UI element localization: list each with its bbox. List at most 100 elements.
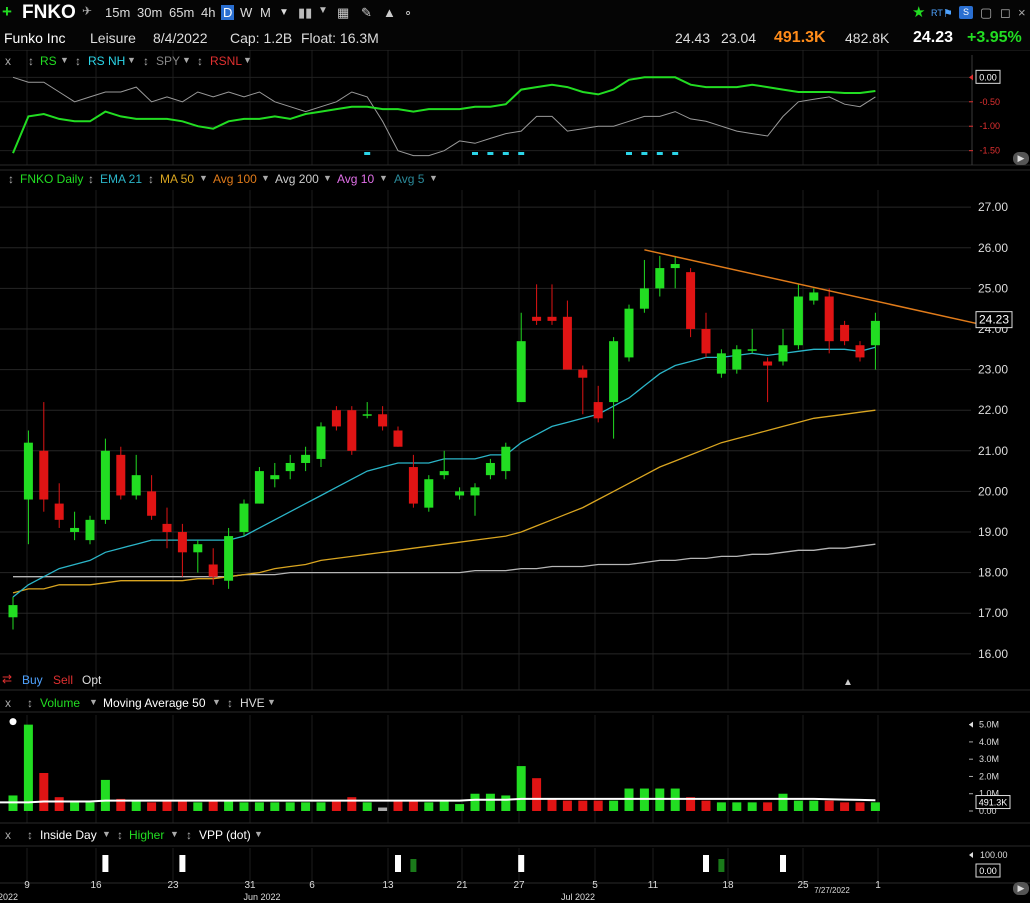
rs-nh-label[interactable]: RS NH bbox=[88, 54, 125, 68]
rsnl-label[interactable]: RSNL bbox=[210, 54, 242, 68]
volume-close-button[interactable]: x bbox=[5, 696, 11, 710]
rsnl-dropdown-icon[interactable]: ▼ bbox=[243, 55, 252, 65]
candle bbox=[347, 406, 357, 455]
higher-dropdown-icon[interactable]: ▼ bbox=[170, 829, 179, 839]
price-axis-label: 19.00 bbox=[978, 525, 1008, 539]
share-icon[interactable]: ✈ bbox=[82, 4, 92, 18]
candle-body bbox=[85, 519, 95, 541]
rs-nh-handle-icon[interactable]: ↕ bbox=[75, 54, 81, 68]
timeframe-30m[interactable]: 30m bbox=[137, 5, 162, 20]
vpp-dropdown-icon[interactable]: ▼ bbox=[254, 829, 263, 839]
vpp-label[interactable]: VPP (dot) bbox=[199, 828, 251, 842]
candle bbox=[116, 446, 126, 500]
rs-label[interactable]: RS bbox=[40, 54, 57, 68]
ema21-handle-icon[interactable]: ↕ bbox=[88, 172, 94, 186]
volume-label[interactable]: Volume bbox=[40, 696, 80, 710]
ma50-label[interactable]: MA 50 bbox=[160, 172, 194, 186]
realtime-badge: RT bbox=[931, 8, 943, 18]
connect-icon[interactable]: ∘ bbox=[404, 5, 412, 21]
rs-scroll-button[interactable]: ▶ bbox=[1013, 152, 1029, 165]
compare-icon[interactable]: ▼ bbox=[318, 5, 328, 16]
candle-body bbox=[532, 316, 542, 321]
hve-handle-icon[interactable]: ↕ bbox=[227, 696, 233, 710]
sell-button[interactable]: Sell bbox=[53, 673, 73, 687]
avg100-dropdown-icon[interactable]: ▼ bbox=[261, 173, 270, 183]
timeframe-daily[interactable]: D bbox=[221, 5, 235, 20]
candle bbox=[224, 527, 234, 589]
rs-close-button[interactable]: x bbox=[5, 54, 11, 68]
collapse-arrow-icon[interactable]: ▲ bbox=[843, 677, 853, 688]
higher-handle-icon[interactable]: ↕ bbox=[117, 828, 123, 842]
vpp-handle-icon[interactable]: ↕ bbox=[186, 828, 192, 842]
spy-handle-icon[interactable]: ↕ bbox=[143, 54, 149, 68]
vol-ma-label[interactable]: Moving Average 50 bbox=[103, 696, 206, 710]
favorite-star-icon[interactable]: ★ bbox=[912, 3, 925, 21]
bottom-scroll-button[interactable]: ▶ bbox=[1013, 882, 1029, 895]
volume-dropdown-icon[interactable]: ▼ bbox=[89, 697, 98, 707]
timeframe-weekly[interactable]: W bbox=[240, 5, 252, 20]
candle-body bbox=[870, 320, 880, 346]
vol-ma-dropdown-icon[interactable]: ▼ bbox=[212, 697, 221, 707]
higher-label[interactable]: Higher bbox=[129, 828, 164, 842]
spy-label[interactable]: SPY bbox=[156, 54, 180, 68]
spy-dropdown-icon[interactable]: ▼ bbox=[182, 55, 191, 65]
daily-label[interactable]: FNKO Daily bbox=[20, 172, 83, 186]
rs-nh-marker bbox=[672, 152, 679, 155]
sync-icon[interactable]: ⚑ bbox=[943, 7, 953, 20]
candle bbox=[85, 515, 95, 545]
ma50-dropdown-icon[interactable]: ▼ bbox=[199, 173, 208, 183]
draw-pencil-icon[interactable]: ✎ bbox=[361, 5, 372, 21]
save-icon[interactable]: ▢ bbox=[980, 5, 992, 21]
rsnl-handle-icon[interactable]: ↕ bbox=[197, 54, 203, 68]
timeframe-dropdown-icon[interactable]: ▼ bbox=[279, 7, 289, 18]
bottom-close-button[interactable]: x bbox=[5, 828, 11, 842]
price-axis-label: 23.00 bbox=[978, 363, 1008, 377]
rs-dropdown-icon[interactable]: ▼ bbox=[60, 55, 69, 65]
ma50-handle-icon[interactable]: ↕ bbox=[148, 172, 154, 186]
avg100-label[interactable]: Avg 100 bbox=[213, 172, 257, 186]
timeframe-monthly[interactable]: M bbox=[260, 5, 271, 20]
rs-pointer-icon bbox=[969, 74, 973, 81]
avg200-label[interactable]: Avg 200 bbox=[275, 172, 319, 186]
hve-dropdown-icon[interactable]: ▼ bbox=[267, 697, 276, 707]
timeframe-65m[interactable]: 65m bbox=[169, 5, 194, 20]
volume-bar bbox=[455, 804, 465, 811]
candle-style-icon[interactable]: ▮▮ bbox=[298, 5, 312, 21]
timeframe-4h[interactable]: 4h bbox=[201, 5, 215, 20]
eraser-icon[interactable]: ▲ bbox=[383, 5, 396, 20]
rs-handle-icon[interactable]: ↕ bbox=[28, 54, 34, 68]
volume-bar bbox=[470, 793, 480, 811]
higher-bar bbox=[718, 859, 725, 872]
avg5-dropdown-icon[interactable]: ▼ bbox=[429, 173, 438, 183]
maximize-icon[interactable]: ◻ bbox=[1000, 5, 1011, 21]
add-symbol-icon[interactable]: + bbox=[2, 2, 12, 22]
avg10-dropdown-icon[interactable]: ▼ bbox=[379, 173, 388, 183]
inside-day-handle-icon[interactable]: ↕ bbox=[27, 828, 33, 842]
symbol[interactable]: FNKO bbox=[22, 2, 76, 24]
rs-nh-marker bbox=[502, 152, 509, 155]
trade-icon[interactable]: ⇄ bbox=[2, 672, 12, 686]
volume-bar bbox=[378, 807, 388, 811]
volume-handle-icon[interactable]: ↕ bbox=[27, 696, 33, 710]
ema21-label[interactable]: EMA 21 bbox=[100, 172, 142, 186]
volume-legend: x ↕ Volume ▼ Moving Average 50 ▼ ↕ HVE ▼ bbox=[0, 694, 300, 712]
hve-label[interactable]: HVE bbox=[240, 696, 265, 710]
rs-nh-marker bbox=[487, 152, 494, 155]
buy-button[interactable]: Buy bbox=[22, 673, 43, 687]
inside-day-label[interactable]: Inside Day bbox=[40, 828, 97, 842]
volume-bar bbox=[162, 800, 172, 811]
timeframe-15m[interactable]: 15m bbox=[105, 5, 130, 20]
avg200-dropdown-icon[interactable]: ▼ bbox=[323, 173, 332, 183]
close-icon[interactable]: × bbox=[1018, 5, 1026, 20]
candle bbox=[547, 284, 557, 325]
options-button[interactable]: Opt bbox=[82, 673, 101, 687]
avg5-label[interactable]: Avg 5 bbox=[394, 172, 424, 186]
inside-day-dropdown-icon[interactable]: ▼ bbox=[102, 829, 111, 839]
volume-bar bbox=[840, 802, 850, 811]
price-handle-icon[interactable]: ↕ bbox=[8, 172, 14, 186]
calculator-icon[interactable]: ▦ bbox=[337, 5, 349, 21]
rs-nh-dropdown-icon[interactable]: ▼ bbox=[127, 55, 136, 65]
settings-icon[interactable]: S bbox=[959, 6, 973, 19]
avg10-label[interactable]: Avg 10 bbox=[337, 172, 374, 186]
volume-axis-label: 2.0M bbox=[979, 771, 999, 781]
